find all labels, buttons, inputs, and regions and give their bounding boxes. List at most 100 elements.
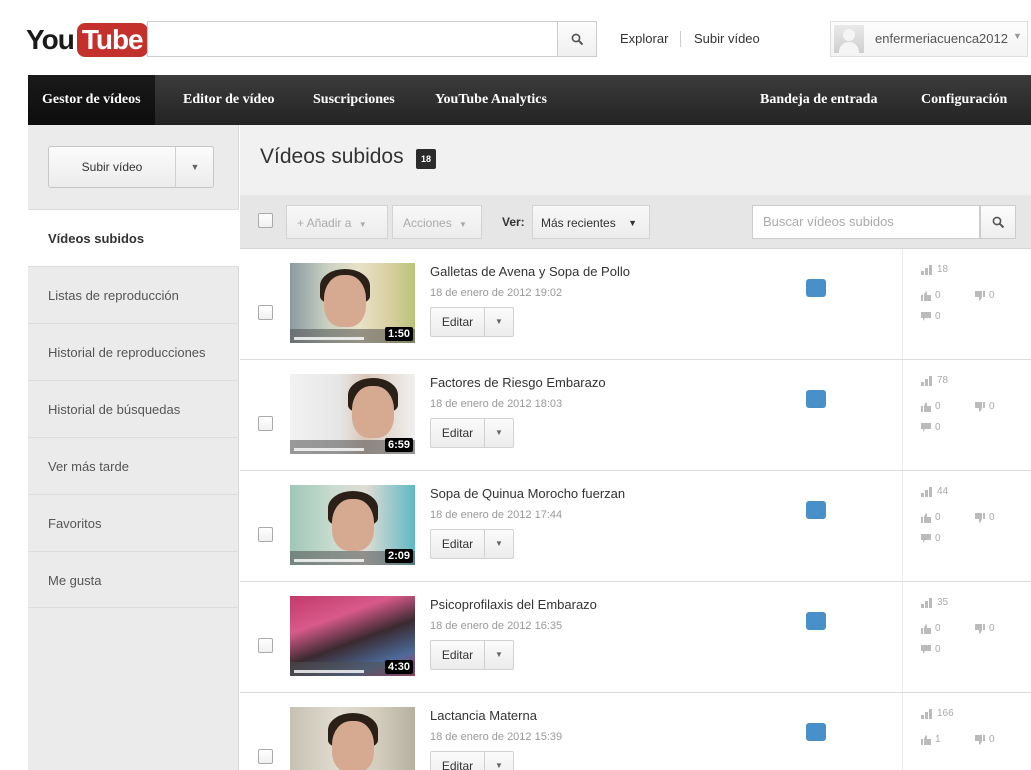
nav-subscriptions[interactable]: Suscripciones [313, 75, 395, 125]
chevron-down-icon[interactable]: ▼ [485, 308, 513, 336]
privacy-icon[interactable] [806, 723, 826, 741]
comment-icon [921, 312, 931, 321]
video-thumbnail[interactable]: 4:30 [290, 596, 415, 676]
sidebar-item-favorites[interactable]: Favoritos [28, 494, 239, 551]
video-title[interactable]: Sopa de Quinua Morocho fuerzan [430, 486, 625, 501]
views-count: 35 [937, 597, 949, 608]
dislikes-count: 0 [989, 401, 995, 412]
video-title[interactable]: Lactancia Materna [430, 708, 537, 723]
edit-button[interactable]: Editar [431, 419, 484, 447]
nav-video-manager[interactable]: Gestor de vídeos [28, 75, 155, 125]
edit-button[interactable]: Editar [431, 752, 484, 770]
video-checkbox[interactable] [258, 416, 273, 431]
video-checkbox[interactable] [258, 749, 273, 764]
chevron-down-icon: ▼ [1013, 31, 1022, 41]
views-count: 18 [937, 264, 949, 275]
comments-stat: 0 [921, 644, 941, 655]
views-stat: 35 [921, 597, 948, 608]
sort-select[interactable]: Más recientes ▼ [532, 205, 650, 239]
nav-inbox[interactable]: Bandeja de entrada [760, 75, 877, 125]
chevron-down-icon[interactable]: ▼ [485, 641, 513, 669]
likes-stat: 0 [921, 512, 941, 523]
nav-settings[interactable]: Configuración [921, 75, 1007, 125]
video-duration: 2:09 [384, 549, 413, 563]
comment-icon [921, 534, 931, 543]
video-row: 2:09 Sopa de Quinua Morocho fuerzan 18 d… [240, 471, 1031, 582]
search-button[interactable] [557, 21, 597, 57]
sidebar-item-likes[interactable]: Me gusta [28, 551, 239, 608]
thumbs-up-icon [921, 290, 931, 301]
sidebar-item-uploaded-videos[interactable]: Vídeos subidos [28, 209, 239, 266]
bar-chart-icon [921, 264, 932, 275]
edit-split-button: Editar ▼ [430, 418, 514, 448]
dislikes-stat: 0 [975, 734, 995, 745]
likes-count: 0 [935, 512, 941, 523]
username: enfermeriacuenca2012 [875, 31, 1008, 46]
chevron-down-icon[interactable]: ▼ [485, 530, 513, 558]
edit-button[interactable]: Editar [431, 530, 484, 558]
privacy-icon[interactable] [806, 390, 826, 408]
select-all-checkbox[interactable] [258, 213, 273, 228]
edit-split-button: Editar ▼ [430, 529, 514, 559]
views-stat: 18 [921, 264, 948, 275]
video-search-button[interactable] [980, 205, 1016, 239]
search-icon [571, 33, 583, 45]
avatar [834, 25, 864, 54]
sidebar-item-search-history[interactable]: Historial de búsquedas [28, 380, 239, 437]
video-title[interactable]: Galletas de Avena y Sopa de Pollo [430, 264, 630, 279]
comments-count: 0 [935, 533, 941, 544]
chevron-down-icon[interactable]: ▼ [485, 752, 513, 770]
search-input[interactable] [147, 21, 557, 57]
logo-tube-text: Tube [76, 23, 148, 57]
video-thumbnail[interactable]: 1:50 [290, 263, 415, 343]
account-menu[interactable]: enfermeriacuenca2012 ▼ [830, 21, 1028, 57]
video-stats: 35 0 0 0 [902, 582, 1031, 692]
explore-link[interactable]: Explorar [620, 31, 668, 46]
video-duration: 1:50 [384, 327, 413, 341]
edit-split-button: Editar ▼ [430, 751, 514, 770]
nav-analytics[interactable]: YouTube Analytics [435, 75, 547, 125]
video-checkbox[interactable] [258, 305, 273, 320]
comments-count: 0 [935, 422, 941, 433]
video-thumbnail[interactable]: 6:59 [290, 374, 415, 454]
likes-stat: 1 [921, 734, 941, 745]
sidebar-item-watch-history[interactable]: Historial de reproducciones [28, 323, 239, 380]
dislikes-count: 0 [989, 623, 995, 634]
thumbs-down-icon [975, 290, 985, 301]
view-label: Ver: [502, 215, 525, 229]
video-search-input[interactable]: Buscar vídeos subidos [752, 205, 980, 239]
privacy-icon[interactable] [806, 279, 826, 297]
sidebar-item-playlists[interactable]: Listas de reproducción [28, 266, 239, 323]
chevron-down-icon: ▼ [628, 218, 637, 228]
dislikes-stat: 0 [975, 290, 995, 301]
upload-link[interactable]: Subir vídeo [694, 31, 760, 46]
sidebar-item-watch-later[interactable]: Ver más tarde [28, 437, 239, 494]
video-thumbnail[interactable] [290, 707, 415, 770]
video-checkbox[interactable] [258, 527, 273, 542]
add-to-button[interactable]: + Añadir a ▼ [286, 205, 388, 239]
video-title[interactable]: Factores de Riesgo Embarazo [430, 375, 606, 390]
video-checkbox[interactable] [258, 638, 273, 653]
dislikes-stat: 0 [975, 401, 995, 412]
privacy-icon[interactable] [806, 612, 826, 630]
upload-button[interactable]: Subir vídeo [49, 147, 175, 187]
video-stats: 18 0 0 0 [902, 249, 1031, 359]
video-thumbnail[interactable]: 2:09 [290, 485, 415, 565]
privacy-icon[interactable] [806, 501, 826, 519]
add-to-label: + Añadir a [297, 216, 352, 230]
video-row: 4:30 Psicoprofilaxis del Embarazo 18 de … [240, 582, 1031, 693]
video-title[interactable]: Psicoprofilaxis del Embarazo [430, 597, 597, 612]
edit-split-button: Editar ▼ [430, 640, 514, 670]
video-row: Lactancia Materna 18 de enero de 2012 15… [240, 693, 1031, 770]
edit-button[interactable]: Editar [431, 308, 484, 336]
thumbs-down-icon [975, 623, 985, 634]
sort-value: Más recientes [541, 216, 616, 230]
actions-button[interactable]: Acciones ▼ [392, 205, 482, 239]
edit-button[interactable]: Editar [431, 641, 484, 669]
nav-video-editor[interactable]: Editor de vídeo [183, 75, 275, 125]
youtube-logo[interactable]: You Tube [26, 22, 148, 58]
comments-count: 0 [935, 644, 941, 655]
comments-stat: 0 [921, 533, 941, 544]
chevron-down-icon[interactable]: ▼ [485, 419, 513, 447]
chevron-down-icon[interactable]: ▼ [176, 147, 214, 187]
